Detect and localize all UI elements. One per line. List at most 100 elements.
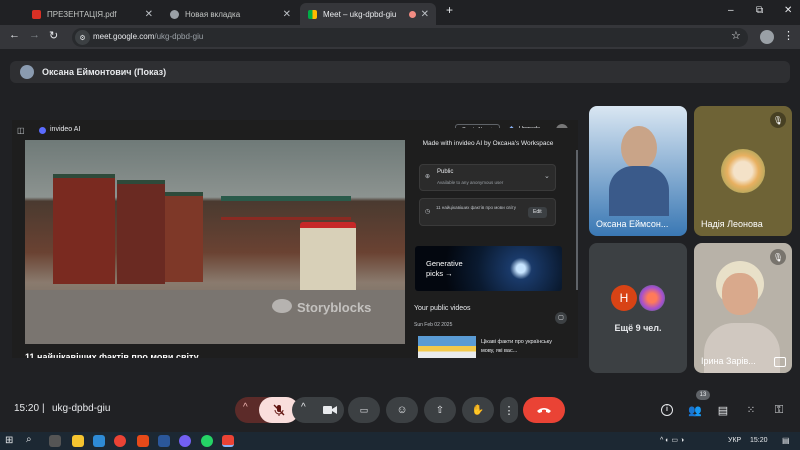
profile-avatar[interactable] <box>760 30 774 44</box>
word-icon[interactable] <box>158 435 170 447</box>
leave-call-button[interactable] <box>523 397 565 423</box>
menu-kebab-icon[interactable]: ⋮ <box>783 29 794 42</box>
chrome-active-icon[interactable] <box>222 435 234 447</box>
url-text: meet.google.com/ukg-dpbd-giu <box>93 32 204 41</box>
people-count-badge: 13 <box>696 390 710 400</box>
participant-name: Ірина Зарів... <box>701 356 756 366</box>
clock[interactable]: 15:20 <box>750 437 768 444</box>
reactions-button[interactable]: ☺ <box>386 397 418 423</box>
activities-grid-icon: ⁙ <box>746 404 756 416</box>
chat-icon: ▤ <box>717 404 729 417</box>
back-icon[interactable]: ← <box>9 29 20 41</box>
mic-off-icon <box>273 404 285 416</box>
info-button[interactable]: i <box>658 401 676 419</box>
participant-tile-oksana[interactable]: Оксана Еймсон... <box>589 106 687 236</box>
chevron-down-icon[interactable]: ⌄ <box>544 172 550 180</box>
windows-start-icon[interactable]: ⊞ <box>5 435 13 446</box>
reload-icon[interactable]: ↻ <box>49 29 58 42</box>
chrome-icon[interactable] <box>114 435 126 447</box>
pip-icon[interactable] <box>774 357 786 367</box>
tab-pdf[interactable]: ПРЕЗЕНТАЦІЯ.pdf ✕ <box>24 3 160 25</box>
watermark-text: Storyblocks <box>297 300 372 315</box>
tray-icons[interactable]: ^ ◐ ▭ ◑ <box>660 436 684 444</box>
chat-button[interactable]: ▤ <box>714 401 732 419</box>
presenter-avatar <box>20 65 34 79</box>
file-explorer-icon[interactable] <box>72 435 84 447</box>
chat-icon[interactable]: ▢ <box>555 312 567 324</box>
activities-button[interactable]: ⁙ <box>742 401 760 419</box>
present-button[interactable]: ⇧ <box>424 397 456 423</box>
video-thumbnail[interactable] <box>418 336 476 358</box>
present-screen-icon: ⇧ <box>435 404 445 416</box>
site-info-icon[interactable]: ⚙ <box>75 30 90 45</box>
building-center <box>117 180 165 284</box>
mic-off-icon: 🎙 <box>770 249 786 265</box>
public-subtitle: Available to any anonymous user <box>437 180 504 185</box>
storyblocks-logo-icon <box>272 299 292 313</box>
close-icon[interactable]: ✕ <box>145 9 153 20</box>
whatsapp-icon[interactable] <box>201 435 213 447</box>
clock-icon: ◷ <box>425 209 431 215</box>
tab-new[interactable]: Новая вкладка ✕ <box>162 3 298 25</box>
building-left <box>53 174 115 284</box>
made-with-text: Made with invideo AI by Оксана's Workspa… <box>422 140 554 147</box>
office-icon[interactable] <box>137 435 149 447</box>
people-button[interactable]: 👥 <box>686 401 704 419</box>
tram <box>300 222 356 296</box>
maximize-button[interactable]: ⧉ <box>756 5 763 16</box>
hand-icon: ✋ <box>471 404 485 416</box>
host-controls-button[interactable]: ⚿ <box>770 401 788 419</box>
edge-icon[interactable] <box>93 435 105 447</box>
scrollbar[interactable] <box>576 150 578 290</box>
more-options-button[interactable]: ⋮ <box>500 397 518 423</box>
search-icon[interactable]: ⌕ <box>26 434 32 445</box>
camera-icon <box>323 406 337 414</box>
participant-name: Оксана Еймсон... <box>596 219 669 229</box>
emoji-icon: ☺ <box>396 404 408 416</box>
captions-button[interactable]: ▭ <box>348 397 380 423</box>
keyboard-language[interactable]: УКР <box>728 437 741 444</box>
bookmark-star-icon[interactable]: ☆ <box>731 29 741 42</box>
close-window-button[interactable]: ✕ <box>784 5 792 16</box>
camera-toggle-button[interactable] <box>316 397 344 423</box>
sidebar-toggle-icon[interactable]: ◫ <box>17 126 25 135</box>
generative-picks-label[interactable]: Generative picks → <box>426 259 476 279</box>
notifications-icon[interactable]: ▤ <box>782 436 790 445</box>
public-videos-heading: Your public videos <box>414 305 471 312</box>
close-icon[interactable]: ✕ <box>283 9 291 20</box>
captions-icon: ▭ <box>359 404 369 415</box>
mic-options-chevron-icon[interactable]: ^ <box>243 402 248 413</box>
video-item-title[interactable]: Цікаві факти про українську мову, які ва… <box>481 338 561 356</box>
tab-label: Новая вкладка <box>185 9 241 19</box>
camera-options-chevron-icon[interactable]: ^ <box>301 402 306 413</box>
tab-meet[interactable]: Meet – ukg-dpbd-giu ✕ <box>300 3 436 25</box>
lock-person-icon: ⚿ <box>774 403 784 416</box>
globe-icon <box>170 9 179 19</box>
divider: | <box>42 403 45 414</box>
participant-tile-iryna[interactable]: 🎙 Ірина Зарів... <box>694 243 792 373</box>
participant-tile-nadia[interactable]: 🎙 Надія Леонова <box>694 106 792 236</box>
raise-hand-button[interactable]: ✋ <box>462 397 494 423</box>
close-icon[interactable]: ✕ <box>421 9 429 20</box>
mic-off-icon: 🎙 <box>770 112 786 128</box>
minimize-button[interactable]: – <box>728 5 734 16</box>
invideo-logo-icon <box>39 127 46 134</box>
more-vert-icon: ⋮ <box>503 404 515 417</box>
forward-icon[interactable]: → <box>29 29 40 41</box>
video-date: Sun Feb 02 2025 <box>414 322 453 328</box>
new-tab-button[interactable]: + <box>446 3 453 17</box>
tab-label: ПРЕЗЕНТАЦІЯ.pdf <box>47 9 117 19</box>
task-view-icon[interactable] <box>49 435 61 447</box>
edit-button[interactable]: Edit <box>528 207 547 218</box>
pdf-icon <box>32 9 41 19</box>
app-name: invideo AI <box>50 126 81 133</box>
presenter-name: Оксана Еймонтович (Показ) <box>42 67 167 77</box>
more-participants-tile[interactable]: Н Ещё 9 чел. <box>589 243 687 373</box>
browser-tab-strip: ПРЕЗЕНТАЦІЯ.pdf ✕ Новая вкладка ✕ Meet –… <box>0 0 800 25</box>
video-caption: 11 найцікавіших фактів про мови світу <box>25 352 199 358</box>
info-icon: i <box>661 404 673 416</box>
viber-icon[interactable] <box>179 435 191 447</box>
avatar <box>639 285 665 311</box>
participant-body <box>609 166 669 216</box>
more-participants-label: Ещё 9 чел. <box>614 323 662 333</box>
